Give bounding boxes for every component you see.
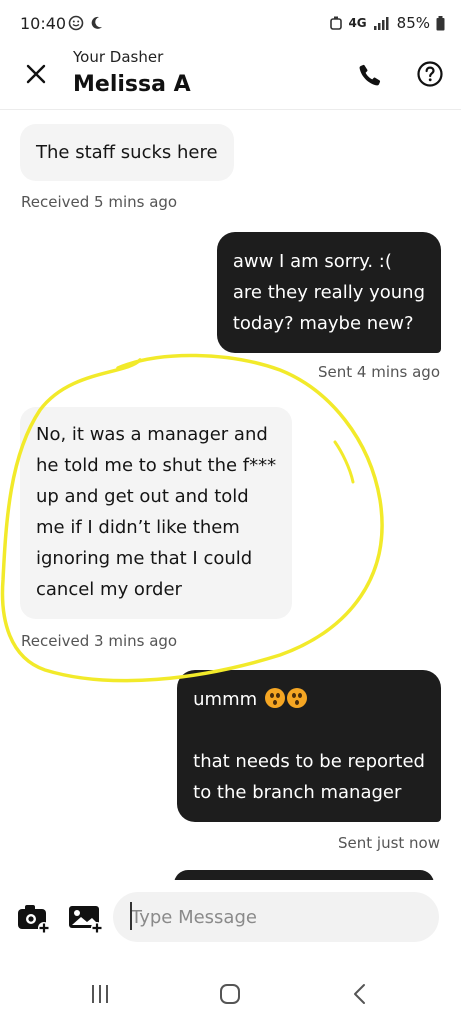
message-text: up and get out and told xyxy=(36,486,249,507)
status-notification-icons xyxy=(68,15,104,31)
dasher-name: Melissa A xyxy=(73,72,191,97)
help-button[interactable] xyxy=(416,60,444,88)
message-text: The staff sucks here xyxy=(36,142,218,163)
message-text: No, it was a manager and xyxy=(36,424,268,445)
call-button[interactable] xyxy=(355,60,385,90)
recent-apps-icon xyxy=(92,985,108,1003)
alarm-icon xyxy=(330,16,343,30)
camera-button[interactable] xyxy=(17,904,51,934)
back-icon xyxy=(354,984,365,1004)
message-bubble-received: No, it was a manager and he told me to s… xyxy=(20,407,293,619)
message-meta: Sent just now xyxy=(338,834,440,852)
battery-percent: 85% xyxy=(396,14,430,32)
message-meta: Received 5 mins ago xyxy=(21,193,178,211)
message-bubble-sent: aww I am sorry. :( are they really young… xyxy=(216,232,441,353)
message-composer xyxy=(0,880,461,962)
home-icon xyxy=(220,984,240,1004)
text-cursor xyxy=(130,902,132,930)
message-text: ignoring me that I could xyxy=(36,548,253,569)
system-nav-bar xyxy=(0,962,461,1024)
astonished-emoji-icon xyxy=(286,688,307,708)
signal-icon xyxy=(373,17,389,30)
astonished-emoji-icon xyxy=(264,688,285,708)
message-input[interactable] xyxy=(113,892,439,942)
message-text: me if I didn’t like them xyxy=(36,517,240,538)
back-button[interactable] xyxy=(340,980,380,1008)
phone-icon xyxy=(359,64,381,86)
message-text: cancel my order xyxy=(36,579,182,600)
status-time: 10:40 xyxy=(20,14,67,33)
gallery-button[interactable] xyxy=(68,904,104,934)
status-right: 4G 85% xyxy=(330,14,445,32)
message-text: he told me to shut the f*** xyxy=(36,455,277,476)
message-meta: Received 3 mins ago xyxy=(21,632,178,650)
network-type: 4G xyxy=(348,16,367,30)
image-add-icon xyxy=(69,906,103,934)
camera-add-icon xyxy=(18,905,50,934)
recent-apps-button[interactable] xyxy=(80,980,120,1008)
header-subtitle: Your Dasher xyxy=(73,48,164,66)
message-text: aww I am sorry. :( xyxy=(232,251,392,272)
message-text: to the branch manager xyxy=(193,782,402,803)
close-icon xyxy=(26,64,46,84)
message-line: ummm xyxy=(193,684,425,715)
battery-icon xyxy=(436,15,445,30)
message-bubble-received: The staff sucks here xyxy=(20,124,234,181)
message-text: ummm xyxy=(193,689,258,710)
message-meta: Sent 4 mins ago xyxy=(318,363,440,381)
home-button[interactable] xyxy=(210,980,250,1008)
message-text: today? maybe new? xyxy=(232,313,414,334)
moon-icon xyxy=(91,16,102,29)
close-button[interactable] xyxy=(22,60,50,88)
help-icon xyxy=(417,61,443,87)
message-bubble-sent: ummm that needs to be reported to the br… xyxy=(177,670,441,822)
message-text: that needs to be reported xyxy=(193,751,425,772)
smiley-notification-icon xyxy=(68,15,84,31)
status-bar: 10:40 4G 85% xyxy=(0,0,461,46)
message-text: are they really young xyxy=(232,282,425,303)
chat-header: Your Dasher Melissa A xyxy=(0,46,461,110)
message-text xyxy=(193,715,425,746)
